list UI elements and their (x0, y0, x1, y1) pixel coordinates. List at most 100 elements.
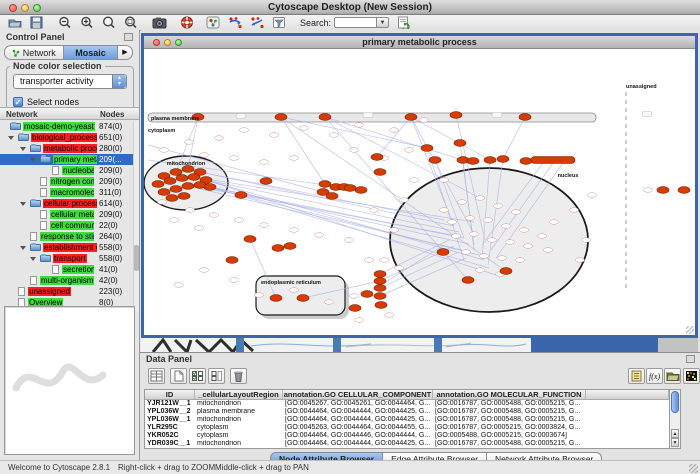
network-node-selected[interactable] (520, 158, 532, 165)
tree-row[interactable]: metabolic process280(0) (0, 143, 139, 154)
network-node[interactable] (215, 136, 224, 141)
network-node[interactable] (516, 258, 525, 263)
network-node-selected[interactable] (188, 174, 200, 181)
table-cell[interactable]: [GO:0044464, GO:0044444, GO:0044425, G..… (283, 408, 433, 416)
network-node[interactable] (255, 293, 264, 298)
table-cell[interactable]: [GO:0016787, GO:0005488, GO:0005215, G..… (433, 416, 586, 424)
tree-header[interactable]: Network Nodes (0, 107, 139, 120)
attribute-table-icon[interactable] (148, 368, 165, 384)
tree-row[interactable]: transport558(0) (0, 253, 139, 264)
table-cell[interactable]: [GO:0016787, GO:0005488, GO:0005215, G..… (433, 408, 586, 416)
help-lifering-icon[interactable] (180, 16, 194, 29)
tree-row[interactable]: response to stimul264(0) (0, 231, 139, 242)
col-function[interactable]: annotation.GO MOLECULAR_FUNCTION (433, 390, 586, 399)
network-node-selected[interactable] (467, 158, 479, 165)
network-node[interactable] (290, 156, 299, 161)
tree-row[interactable]: unassigned223(0) (0, 286, 139, 297)
network-node[interactable] (240, 128, 249, 133)
table-row[interactable]: YPL036W__1mitochondrion[GO:0044464, GO:0… (145, 416, 669, 424)
tree-row[interactable]: macromolecule311(0) (0, 187, 139, 198)
tree-row[interactable]: primary metabo209(... (0, 154, 139, 165)
network-node[interactable] (380, 258, 389, 263)
attribute-list-icon[interactable] (628, 368, 645, 384)
network-node[interactable] (345, 238, 354, 243)
network-node-selected[interactable] (429, 157, 441, 164)
network-node-selected[interactable] (405, 114, 417, 121)
window-titlebar[interactable]: Cytoscape Desktop (New Session) (0, 0, 700, 15)
network-node[interactable] (200, 268, 209, 273)
network-node-selected[interactable] (226, 257, 238, 264)
table-row[interactable]: YLR295Ccytoplasm[GO:0045263, GO:0044464,… (145, 424, 669, 432)
table-cell[interactable]: YPL036W__1 (145, 416, 195, 424)
network-node[interactable] (170, 218, 179, 223)
network-node[interactable] (290, 228, 299, 233)
table-cell[interactable]: YDR039C__1 (145, 440, 195, 448)
table-cell[interactable]: [GO:0016787, GO:0005488, GO:0005215, G..… (433, 440, 586, 448)
attribute-table[interactable]: ID _cellularLayoutRegion annotation.GO C… (144, 389, 670, 449)
network-node-selected[interactable] (437, 249, 449, 256)
network-node[interactable] (582, 238, 591, 243)
tree-expand-icon[interactable] (30, 257, 36, 261)
tree-expand-icon[interactable] (20, 147, 26, 151)
tree-expand-icon[interactable] (30, 158, 36, 162)
network-node[interactable] (160, 148, 169, 153)
network-node[interactable] (524, 244, 533, 249)
network-node-selected[interactable] (421, 145, 433, 152)
table-cell[interactable]: [GO:0016787, GO:0005215, GO:0003824, G..… (433, 424, 586, 432)
formula-icon[interactable]: f(x) (646, 368, 663, 384)
network-node-selected[interactable] (284, 243, 296, 250)
unselect-attributes-icon[interactable] (208, 368, 225, 384)
network-node-selected[interactable] (176, 175, 188, 182)
filter-icon[interactable] (272, 16, 286, 29)
vizmap-icon[interactable] (206, 16, 220, 29)
network-node[interactable] (480, 254, 489, 259)
table-cell[interactable]: plasma membrane (195, 408, 283, 416)
table-cell[interactable]: [GO:0044464, GO:0044446, GO:0044444, G..… (283, 432, 433, 440)
network-node[interactable] (502, 224, 511, 229)
frame-zoom-icon[interactable] (175, 39, 182, 46)
network-node-selected[interactable] (272, 245, 284, 252)
zoom-window-icon[interactable] (33, 4, 41, 12)
network-node-selected[interactable] (170, 186, 182, 193)
network-node[interactable] (270, 133, 279, 138)
network-node[interactable] (315, 233, 324, 238)
table-cell[interactable]: YJR121W__1 (145, 400, 195, 408)
network-node-selected[interactable] (244, 236, 256, 243)
table-cell[interactable]: [GO:0044464, GO:0044444, GO:0044425, G..… (283, 440, 433, 448)
tab-mosaic[interactable]: Mosaic (64, 45, 118, 60)
zoom-actual-icon[interactable] (102, 16, 116, 29)
table-cell[interactable]: mitochondrion (195, 416, 283, 424)
network-node-selected[interactable] (235, 192, 247, 199)
network-node-selected[interactable] (319, 114, 331, 121)
network-node[interactable] (260, 160, 269, 165)
network-node-selected[interactable] (158, 189, 170, 196)
network-node[interactable] (390, 128, 399, 133)
network-node[interactable] (448, 220, 457, 225)
zoom-out-icon[interactable] (58, 16, 72, 29)
network-node-selected[interactable] (374, 278, 386, 285)
delete-attribute-icon[interactable] (230, 368, 247, 384)
network-node[interactable] (405, 148, 414, 153)
network-node-selected[interactable] (349, 305, 361, 312)
zoom-selected-icon[interactable] (124, 16, 138, 29)
network-node[interactable] (498, 256, 507, 261)
tree-row[interactable]: nitrogen compo209(0) (0, 176, 139, 187)
control-panel-float-icon[interactable] (124, 33, 133, 41)
table-cell[interactable]: [GO:0045263, GO:0044464, GO:0044455, G..… (283, 424, 433, 432)
network-frame-titlebar[interactable]: primary metabolic process (144, 36, 695, 49)
network-node-selected[interactable] (361, 291, 373, 298)
network-node-selected[interactable] (344, 185, 356, 192)
network-node-selected[interactable] (170, 169, 182, 176)
select-nodes-checkbox[interactable]: ✓ (13, 97, 23, 107)
network-node[interactable] (230, 156, 239, 161)
col-component[interactable]: annotation.GO CELLULAR_COMPONENT (283, 390, 433, 399)
tab-overflow-arrow-icon[interactable]: ▶ (118, 45, 133, 60)
tree-row[interactable]: establishment of lo558(0) (0, 242, 139, 253)
table-cell[interactable]: [GO:0005488, GO:0005215, GO:0003674] (433, 432, 586, 440)
network-node[interactable] (476, 268, 485, 273)
network-edge[interactable] (325, 117, 463, 160)
network-node[interactable] (200, 153, 209, 158)
network-node[interactable] (520, 228, 529, 233)
network-node-selected[interactable] (166, 195, 178, 202)
search-input[interactable] (334, 17, 376, 28)
